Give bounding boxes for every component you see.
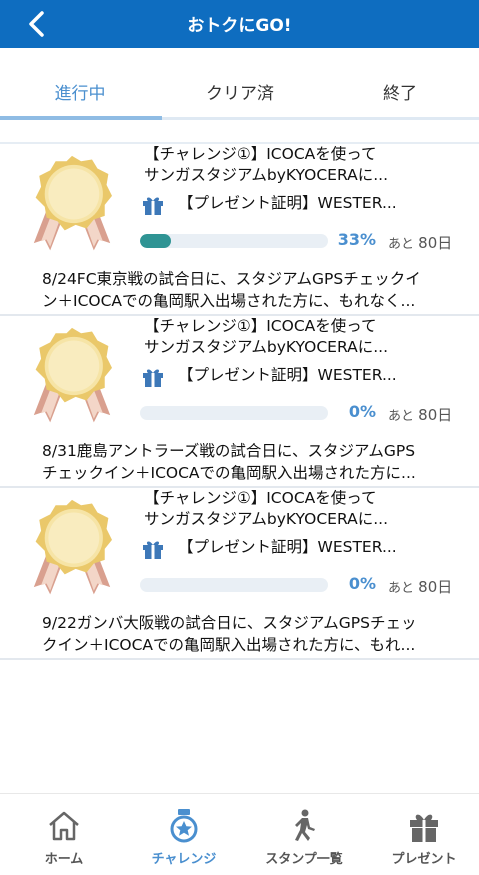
nav-home[interactable]: ホーム — [4, 794, 124, 875]
nav-present[interactable]: プレゼント — [364, 794, 479, 875]
challenge-card[interactable]: 【チャレンジ①】ICOCAを使って サンガスタジアムbyKYOCERAに... … — [0, 488, 479, 660]
gift-icon — [143, 197, 163, 215]
progress-bar — [140, 578, 328, 592]
nav-present-label: プレゼント — [391, 852, 457, 867]
present-label: 【プレゼント証明】WESTER... — [178, 194, 397, 212]
challenge-description: 8/24FC東京戦の試合日に、スタジアムGPSチェックイ ン＋ICOCAでの亀岡… — [42, 270, 421, 310]
days-remaining: あと 80日 — [388, 406, 453, 424]
nav-stamps[interactable]: スタンプ一覧 — [244, 794, 364, 875]
nav-challenge-label: チャレンジ — [151, 852, 217, 867]
progress-bar — [140, 234, 328, 248]
progress-fill — [140, 234, 172, 248]
progress-percent: 0% — [348, 574, 376, 593]
home-icon — [49, 811, 79, 841]
gift-icon — [143, 369, 163, 387]
medal-icon — [170, 809, 198, 843]
challenge-card[interactable]: 【チャレンジ①】ICOCAを使って サンガスタジアムbyKYOCERAに... … — [0, 144, 479, 316]
challenge-title: 【チャレンジ①】ICOCAを使って サンガスタジアムbyKYOCERAに... — [144, 489, 389, 528]
gift-icon — [143, 541, 163, 559]
challenge-description: 9/22ガンバ大阪戦の試合日に、スタジアムGPSチェッ クイン＋ICOCAでの亀… — [42, 614, 417, 654]
present-label: 【プレゼント証明】WESTER... — [178, 538, 397, 556]
medal-icon — [33, 327, 112, 423]
page-title: おトクにGO! — [187, 16, 292, 36]
days-remaining: あと 80日 — [388, 234, 453, 252]
tab-cleared[interactable]: クリア済 — [160, 70, 320, 118]
progress-percent: 0% — [348, 402, 376, 421]
gift-icon — [410, 814, 438, 842]
challenge-title: 【チャレンジ①】ICOCAを使って サンガスタジアムbyKYOCERAに... — [144, 317, 389, 356]
days-remaining: あと 80日 — [388, 578, 453, 596]
app-header: おトクにGO! — [0, 0, 479, 48]
walking-person-icon — [295, 809, 315, 841]
nav-stamps-label: スタンプ一覧 — [265, 852, 343, 867]
nav-home-label: ホーム — [44, 852, 84, 867]
medal-icon — [33, 155, 112, 251]
tab-in-progress[interactable]: 進行中 — [0, 70, 160, 118]
challenge-card[interactable]: 【チャレンジ①】ICOCAを使って サンガスタジアムbyKYOCERAに... … — [0, 316, 479, 488]
challenge-description: 8/31鹿島アントラーズ戦の試合日に、スタジアムGPS チェックイン＋ICOCA… — [42, 442, 416, 482]
tab-ended[interactable]: 終了 — [320, 70, 479, 118]
tab-active-indicator — [0, 116, 162, 120]
tab-bar: 進行中 クリア済 終了 — [0, 70, 479, 122]
present-label: 【プレゼント証明】WESTER... — [178, 366, 397, 384]
challenge-title: 【チャレンジ①】ICOCAを使って サンガスタジアムbyKYOCERAに... — [144, 145, 389, 184]
progress-bar — [140, 406, 328, 420]
bottom-nav: ホーム チャレンジ スタンプ一覧 プレゼント — [0, 793, 479, 875]
progress-percent: 33% — [337, 230, 376, 249]
nav-challenge[interactable]: チャレンジ — [124, 794, 244, 875]
medal-icon — [33, 499, 112, 595]
